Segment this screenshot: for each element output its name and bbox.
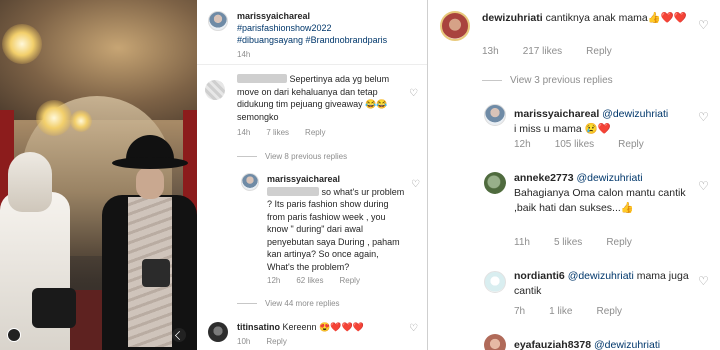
- heart-outline-icon[interactable]: [411, 179, 420, 190]
- reply-3-likes[interactable]: 1 like: [549, 306, 572, 317]
- reply-1-reply[interactable]: Reply: [618, 139, 644, 150]
- woman-in-black-hat: [102, 135, 197, 350]
- reply-4-mention[interactable]: @dewizuhriati: [594, 339, 660, 350]
- reply-3-mention[interactable]: @dewizuhriati: [568, 270, 634, 282]
- hashtag-line-1[interactable]: #parisfashionshow2022: [237, 22, 332, 35]
- reply-3-username[interactable]: nordianti6: [514, 270, 565, 282]
- chandelier: [2, 24, 42, 64]
- reply-2-likes[interactable]: 5 likes: [554, 237, 582, 248]
- reply-2-username[interactable]: anneke2773: [514, 172, 574, 184]
- hijab: [8, 152, 52, 212]
- reply-1-time: 12h: [267, 276, 281, 285]
- reply-2-reply[interactable]: Reply: [606, 237, 632, 248]
- avatar[interactable]: [484, 271, 506, 293]
- reply-3-meta: 7h 1 like Reply: [514, 306, 646, 317]
- hashtag-line-2[interactable]: #dibuangsayang #Brandnobrandparis: [237, 34, 387, 47]
- reply-2-mention[interactable]: @dewizuhriati: [576, 172, 642, 184]
- comment-1-time: 13h: [482, 46, 499, 57]
- divider-line: [482, 79, 502, 81]
- reply-1-text: so what's ur problem ? Its paris fashion…: [267, 186, 405, 272]
- comment-1-reply[interactable]: Reply: [305, 128, 325, 137]
- divider-line: [237, 156, 257, 158]
- comment-1-meta: 13h 217 likes Reply: [482, 46, 636, 57]
- reply-3-reply[interactable]: Reply: [596, 306, 622, 317]
- reply-2: anneke2773 @dewizuhriati Bahagianya Oma …: [514, 171, 694, 216]
- heart-outline-icon[interactable]: [698, 274, 709, 288]
- post-time: 14h: [237, 50, 251, 59]
- avatar[interactable]: [484, 172, 506, 194]
- view-more-label[interactable]: View 44 more replies: [265, 299, 340, 308]
- view-previous-replies[interactable]: View 8 previous replies: [237, 152, 347, 161]
- avatar[interactable]: [208, 11, 228, 31]
- reply-2-text: Bahagianya Oma calon mantu cantik ,baik …: [514, 187, 686, 214]
- person-circle-icon[interactable]: [7, 328, 21, 342]
- reply-1-likes[interactable]: 62 likes: [296, 276, 323, 285]
- reply-1-likes[interactable]: 105 likes: [555, 139, 594, 150]
- view-previous-label[interactable]: View 8 previous replies: [265, 152, 347, 161]
- reply-4-username[interactable]: eyafauziah8378: [514, 339, 591, 350]
- separator: [197, 64, 427, 65]
- chandelier: [70, 110, 92, 132]
- avatar[interactable]: [440, 11, 470, 41]
- reply-1-meta: 12h 62 likes Reply: [267, 276, 376, 285]
- reply-1-username[interactable]: marissyaichareal: [514, 108, 599, 120]
- comment-1-meta: 14h 7 likes Reply: [237, 128, 342, 137]
- reply-3-time: 7h: [514, 306, 526, 317]
- chandelier: [36, 100, 72, 136]
- heart-outline-icon[interactable]: [698, 18, 709, 32]
- reply-1: marissyaichareal so what's ur problem ? …: [267, 173, 405, 273]
- reply-1-username[interactable]: marissyaichareal: [267, 174, 340, 184]
- reply-1: marissyaichareal @dewizuhriati i miss u …: [514, 107, 704, 137]
- reply-1-time: 12h: [514, 139, 531, 150]
- reply-2-time: 11h: [514, 237, 530, 248]
- comment-2-text: Kereenn 😍❤️❤️❤️: [282, 322, 364, 332]
- comment-2-time: 10h: [237, 337, 251, 346]
- hat-brim: [112, 157, 188, 169]
- comment-2-reply[interactable]: Reply: [266, 337, 286, 346]
- avatar[interactable]: [484, 104, 506, 126]
- comment-1: Sepertinya ada yg belum move on dari keh…: [237, 73, 399, 123]
- comment-1-reply[interactable]: Reply: [586, 46, 612, 57]
- blurred-username: [237, 74, 287, 83]
- comment-2-username[interactable]: titinsatino: [237, 322, 280, 332]
- avatar[interactable]: [484, 334, 506, 350]
- comments-panel-right: dewizuhriati cantiknya anak mama👍❤️❤️ 13…: [428, 0, 720, 350]
- reply-1-mention[interactable]: @dewizuhriati: [602, 108, 668, 120]
- view-previous-replies[interactable]: View 3 previous replies: [482, 75, 613, 86]
- reply-3: nordianti6 @dewizuhriati mama juga canti…: [514, 269, 694, 299]
- black-handbag: [32, 288, 76, 328]
- mute-icon[interactable]: [172, 328, 186, 342]
- view-more-replies[interactable]: View 44 more replies: [237, 299, 340, 308]
- heart-outline-icon[interactable]: [409, 323, 418, 334]
- reply-4: eyafauziah8378 @dewizuhriati: [514, 338, 714, 350]
- heart-outline-icon[interactable]: [698, 179, 709, 193]
- post-username[interactable]: marissyaichareal: [237, 10, 310, 23]
- comment-1-likes[interactable]: 217 likes: [523, 46, 562, 57]
- post-photo[interactable]: [0, 0, 197, 350]
- face: [136, 167, 164, 199]
- comment-2-meta: 10h Reply: [237, 337, 303, 346]
- comment-1: dewizuhriati cantiknya anak mama👍❤️❤️: [482, 11, 702, 26]
- avatar[interactable]: [208, 322, 228, 342]
- heart-outline-icon[interactable]: [698, 110, 709, 124]
- reply-1-reply[interactable]: Reply: [339, 276, 359, 285]
- avatar[interactable]: [205, 80, 225, 100]
- comment-1-text: cantiknya anak mama👍❤️❤️: [545, 12, 687, 24]
- reply-2-meta: 11h 5 likes Reply: [514, 237, 656, 248]
- blurred-mention: [267, 186, 319, 196]
- comment-1-username[interactable]: dewizuhriati: [482, 12, 543, 24]
- reply-1-text: i miss u mama 😢❤️: [514, 123, 611, 135]
- reply-1-meta: 12h 105 likes Reply: [514, 139, 668, 150]
- small-handbag: [142, 259, 170, 287]
- avatar[interactable]: [241, 173, 259, 191]
- view-previous-label[interactable]: View 3 previous replies: [510, 75, 613, 86]
- comment-2: titinsatino Kereenn 😍❤️❤️❤️: [237, 321, 364, 334]
- comment-1-time: 14h: [237, 128, 251, 137]
- divider-line: [237, 303, 257, 305]
- comment-1-likes[interactable]: 7 likes: [266, 128, 289, 137]
- comments-panel-middle: marissyaichareal #parisfashionshow2022 #…: [197, 0, 427, 350]
- heart-outline-icon[interactable]: [409, 88, 418, 99]
